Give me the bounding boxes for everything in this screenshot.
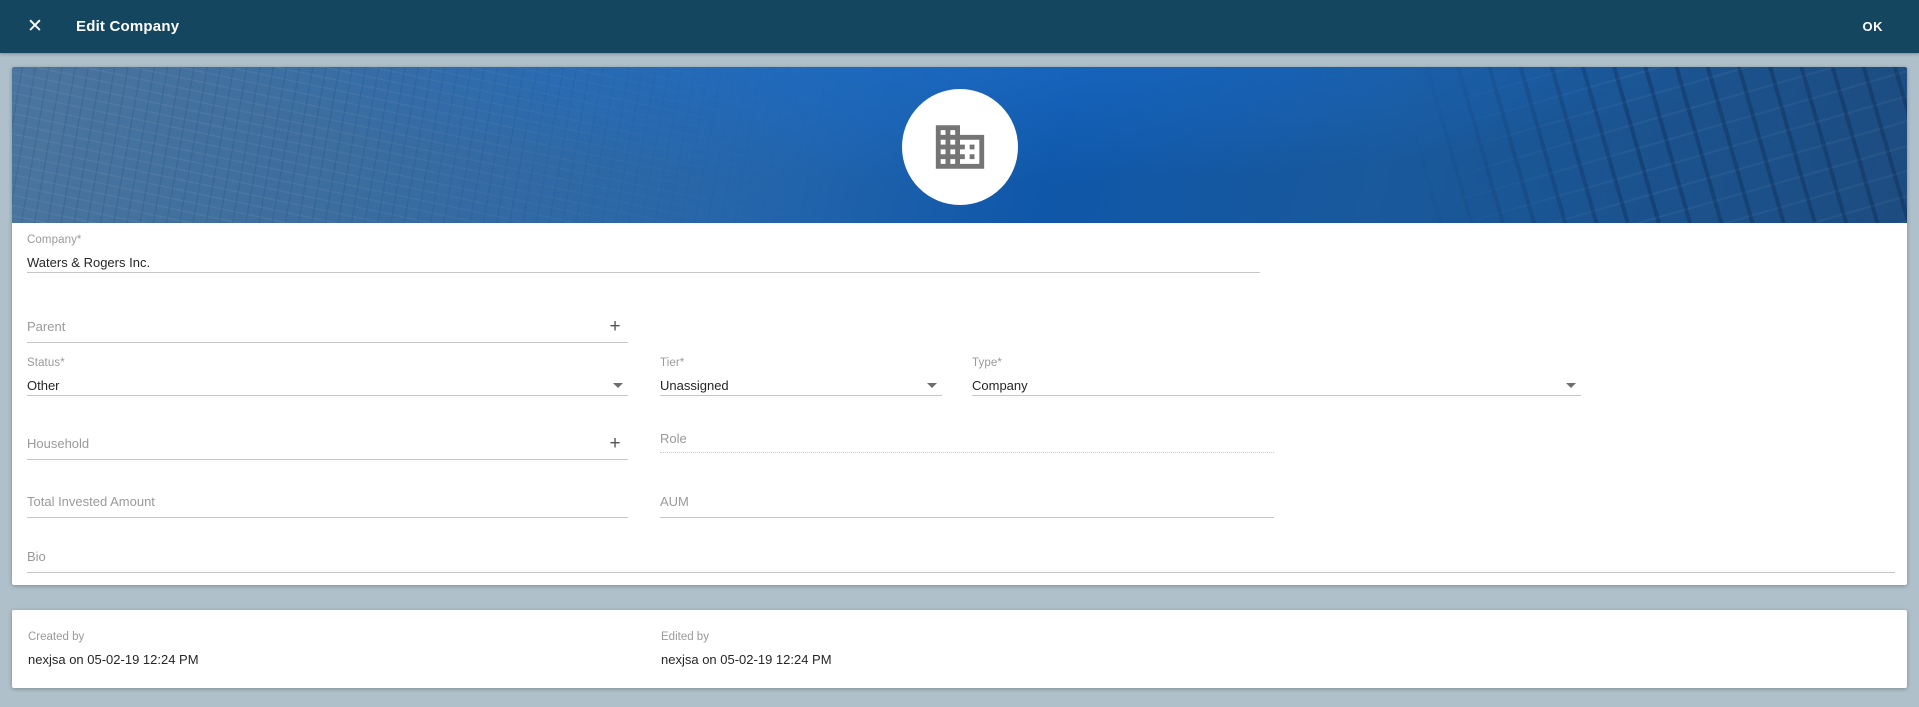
edited-by-label: Edited by bbox=[661, 630, 832, 645]
household-input[interactable]: Household bbox=[27, 436, 89, 451]
page-title: Edit Company bbox=[76, 18, 179, 35]
field-aum: AUM bbox=[660, 491, 1274, 518]
field-tier[interactable]: Tier* Unassigned bbox=[660, 355, 942, 396]
status-label: Status* bbox=[27, 355, 628, 371]
building-icon bbox=[931, 118, 989, 176]
banner-buildings-left bbox=[12, 67, 884, 223]
tier-underline bbox=[660, 395, 942, 396]
company-banner-image bbox=[12, 67, 1907, 223]
created-by-block: Created by nexjsa on 05-02-19 12:24 PM bbox=[28, 630, 199, 668]
status-select[interactable]: Other bbox=[27, 376, 628, 395]
dialog-header: ✕ Edit Company OK bbox=[0, 0, 1919, 53]
type-dropdown-arrow-icon bbox=[1566, 383, 1576, 388]
field-company: Company* Waters & Rogers Inc. bbox=[27, 232, 1260, 273]
edited-by-block: Edited by nexjsa on 05-02-19 12:24 PM bbox=[661, 630, 832, 668]
tier-dropdown-arrow-icon bbox=[927, 383, 937, 388]
field-total-invested-amount: Total Invested Amount bbox=[27, 491, 628, 518]
close-icon[interactable]: ✕ bbox=[20, 12, 50, 42]
bio-input[interactable]: Bio bbox=[27, 549, 46, 564]
company-underline bbox=[27, 272, 1260, 273]
parent-input[interactable]: Parent bbox=[27, 319, 65, 334]
company-avatar[interactable] bbox=[902, 89, 1018, 205]
field-household: Household + bbox=[27, 433, 628, 460]
aum-input[interactable]: AUM bbox=[660, 494, 689, 509]
field-type[interactable]: Type* Company bbox=[972, 355, 1581, 396]
status-underline bbox=[27, 395, 628, 396]
household-underline bbox=[27, 459, 628, 460]
add-household-icon[interactable]: + bbox=[604, 433, 626, 455]
ok-button[interactable]: OK bbox=[1857, 11, 1890, 42]
field-status[interactable]: Status* Other bbox=[27, 355, 628, 396]
role-underline bbox=[660, 452, 1274, 453]
add-parent-icon[interactable]: + bbox=[604, 316, 626, 338]
company-input[interactable]: Waters & Rogers Inc. bbox=[27, 253, 1260, 272]
field-bio: Bio bbox=[27, 546, 1895, 573]
edit-company-dialog: ✕ Edit Company OK Company* Waters & Roge… bbox=[0, 0, 1919, 707]
company-label: Company* bbox=[27, 232, 1260, 248]
field-parent: Parent + bbox=[27, 316, 628, 343]
status-dropdown-arrow-icon bbox=[613, 383, 623, 388]
role-input: Role bbox=[660, 431, 687, 446]
field-role: Role bbox=[660, 429, 1274, 453]
bio-underline bbox=[27, 572, 1895, 573]
tier-select[interactable]: Unassigned bbox=[660, 376, 942, 395]
type-underline bbox=[972, 395, 1581, 396]
audit-info-card: Created by nexjsa on 05-02-19 12:24 PM E… bbox=[12, 610, 1907, 688]
type-label: Type* bbox=[972, 355, 1581, 371]
created-by-label: Created by bbox=[28, 630, 199, 645]
edited-by-value: nexjsa on 05-02-19 12:24 PM bbox=[661, 652, 832, 668]
banner-buildings-right bbox=[1414, 67, 1907, 223]
aum-underline bbox=[660, 517, 1274, 518]
created-by-value: nexjsa on 05-02-19 12:24 PM bbox=[28, 652, 199, 668]
type-select[interactable]: Company bbox=[972, 376, 1581, 395]
company-form-card: Company* Waters & Rogers Inc. Parent + S… bbox=[12, 67, 1907, 585]
total-invested-amount-underline bbox=[27, 517, 628, 518]
total-invested-amount-input[interactable]: Total Invested Amount bbox=[27, 494, 155, 509]
tier-label: Tier* bbox=[660, 355, 942, 371]
parent-underline bbox=[27, 342, 628, 343]
